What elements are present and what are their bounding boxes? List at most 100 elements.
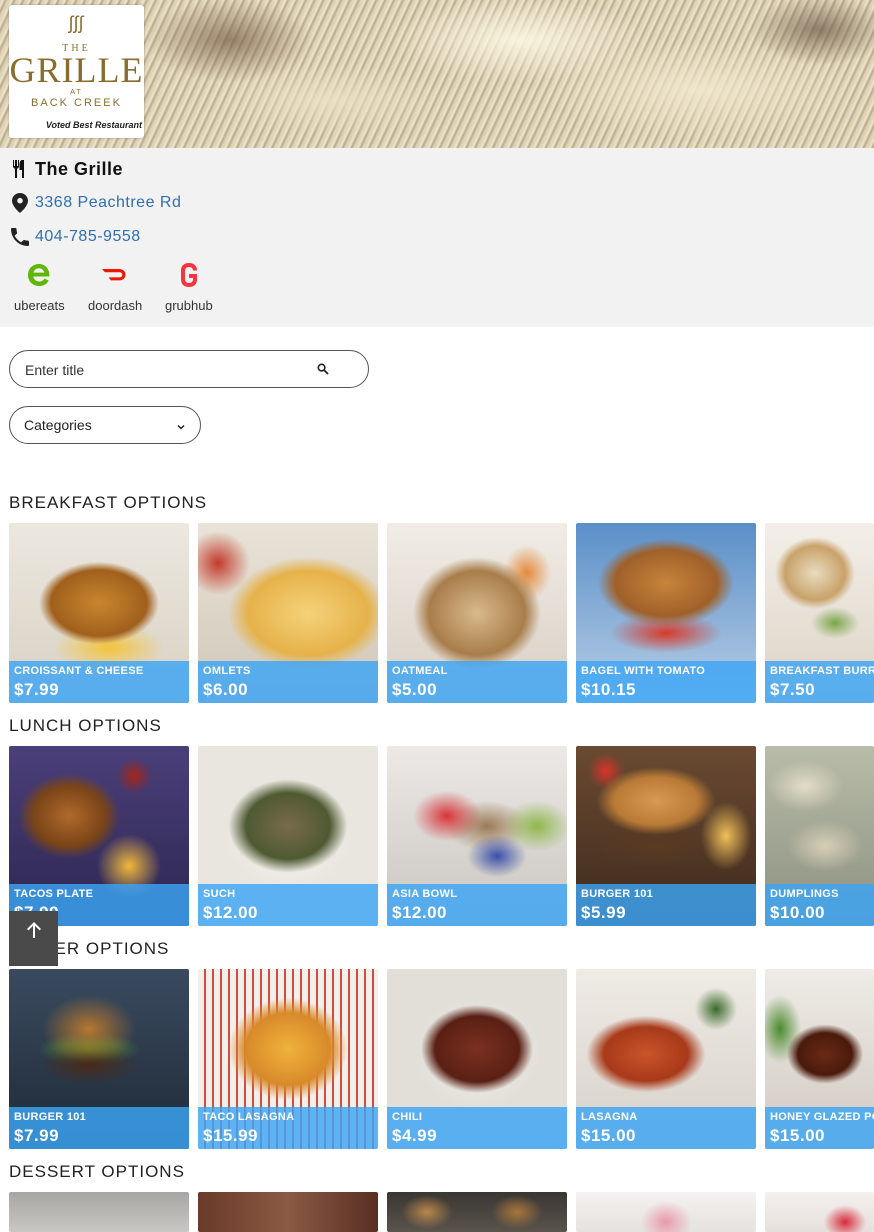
menu-item-caption: OMLETS $6.00 bbox=[198, 661, 378, 703]
hero-banner: ʃʃʃ THE GRILLE AT BACK CREEK Voted Best … bbox=[0, 0, 874, 148]
search-icon[interactable] bbox=[317, 362, 329, 380]
menu-item-price: $12.00 bbox=[392, 903, 447, 922]
section-title-dessert: DESSERT OPTIONS bbox=[9, 1162, 185, 1181]
search-box bbox=[9, 350, 369, 388]
utensils-icon bbox=[9, 158, 31, 180]
menu-item-price: $10.15 bbox=[581, 680, 636, 699]
menu-item-card[interactable]: LASAGNA $15.00 bbox=[576, 969, 756, 1149]
menu-item-card[interactable] bbox=[765, 1192, 874, 1232]
menu-item-caption: SUCH $12.00 bbox=[198, 884, 378, 926]
grubhub-link[interactable]: grubhub bbox=[165, 261, 213, 313]
logo-location: BACK CREEK bbox=[31, 97, 122, 109]
menu-item-name: BAGEL WITH TOMATO bbox=[581, 665, 706, 677]
menu-item-price: $7.50 bbox=[770, 680, 816, 699]
menu-item-card[interactable]: BREAKFAST BURRI $7.50 bbox=[765, 523, 874, 703]
menu-item-card[interactable]: CROISSANT & CHEESE $7.99 bbox=[9, 523, 189, 703]
ubereats-icon bbox=[25, 261, 53, 294]
ubereats-link[interactable]: ubereats bbox=[14, 261, 65, 313]
menu-item-name: DUMPLINGS bbox=[770, 888, 839, 900]
menu-item-caption: HONEY GLAZED PO $15.00 bbox=[765, 1107, 874, 1149]
menu-item-caption: CROISSANT & CHEESE $7.99 bbox=[9, 661, 189, 703]
menu-item-card[interactable]: ASIA BOWL $12.00 bbox=[387, 746, 567, 926]
phone-link[interactable]: 404-785-9558 bbox=[35, 228, 141, 246]
menu-item-caption: ASIA BOWL $12.00 bbox=[387, 884, 567, 926]
menu-item-card[interactable]: BAGEL WITH TOMATO $10.15 bbox=[576, 523, 756, 703]
menu-item-name: OATMEAL bbox=[392, 665, 448, 677]
restaurant-name-row: The Grille bbox=[9, 158, 123, 180]
menu-item-price: $5.99 bbox=[581, 903, 627, 922]
menu-item-name: TACOS PLATE bbox=[14, 888, 94, 900]
menu-item-caption: BURGER 101 $5.99 bbox=[576, 884, 756, 926]
flame-icon: ʃʃʃ bbox=[69, 13, 84, 33]
menu-item-card[interactable]: OMLETS $6.00 bbox=[198, 523, 378, 703]
menu-item-price: $7.99 bbox=[14, 680, 60, 699]
categories-select[interactable]: Categories bbox=[9, 406, 201, 444]
menu-item-caption: BURGER 101 $7.99 bbox=[9, 1107, 189, 1149]
menu-item-card[interactable]: SUCH $12.00 bbox=[198, 746, 378, 926]
restaurant-name: The Grille bbox=[35, 158, 124, 179]
menu-item-caption: BAGEL WITH TOMATO $10.15 bbox=[576, 661, 756, 703]
grubhub-icon bbox=[176, 261, 202, 294]
menu-item-name: HONEY GLAZED PO bbox=[770, 1111, 874, 1123]
menu-item-name: CROISSANT & CHEESE bbox=[14, 665, 144, 677]
section-title-lunch: LUNCH OPTIONS bbox=[9, 716, 162, 735]
menu-item-card[interactable]: BURGER 101 $7.99 bbox=[9, 969, 189, 1149]
menu-item-price: $12.00 bbox=[203, 903, 258, 922]
doordash-icon bbox=[100, 261, 130, 294]
menu-item-name: SUCH bbox=[203, 888, 236, 900]
menu-item-card[interactable]: TACO LASAGNA $15.99 bbox=[198, 969, 378, 1149]
doordash-link[interactable]: doordash bbox=[88, 261, 142, 313]
menu-item-price: $15.99 bbox=[203, 1126, 258, 1145]
menu-item-price: $15.00 bbox=[770, 1126, 825, 1145]
menu-item-price: $4.99 bbox=[392, 1126, 438, 1145]
menu-item-card[interactable] bbox=[576, 1192, 756, 1232]
logo-at: AT bbox=[70, 89, 83, 96]
section-title-breakfast: BREAKFAST OPTIONS bbox=[9, 493, 208, 512]
menu-item-card[interactable]: DUMPLINGS $10.00 bbox=[765, 746, 874, 926]
menu-item-card[interactable]: TACOS PLATE $7.99 bbox=[9, 746, 189, 926]
menu-item-caption: BREAKFAST BURRI $7.50 bbox=[765, 661, 874, 703]
categories-select-value: Categories bbox=[24, 417, 92, 433]
address-link[interactable]: 3368 Peachtree Rd bbox=[35, 194, 181, 212]
menu-item-name: BURGER 101 bbox=[14, 1111, 87, 1123]
menu-item-caption: DUMPLINGS $10.00 bbox=[765, 884, 874, 926]
menu-item-caption: OATMEAL $5.00 bbox=[387, 661, 567, 703]
menu-item-price: $6.00 bbox=[203, 680, 249, 699]
menu-item-name: LASAGNA bbox=[581, 1111, 638, 1123]
menu-item-name: CHILI bbox=[392, 1111, 423, 1123]
menu-item-card[interactable]: OATMEAL $5.00 bbox=[387, 523, 567, 703]
menu-item-price: $7.99 bbox=[14, 1126, 60, 1145]
menu-item-card[interactable]: CHILI $4.99 bbox=[387, 969, 567, 1149]
menu-item-card[interactable] bbox=[9, 1192, 189, 1232]
menu-item-name: TACO LASAGNA bbox=[203, 1111, 295, 1123]
arrow-up-icon bbox=[26, 921, 42, 944]
phone-row: 404-785-9558 bbox=[9, 226, 141, 248]
menu-item-name: ASIA BOWL bbox=[392, 888, 458, 900]
menu-item-card[interactable]: HONEY GLAZED PO $15.00 bbox=[765, 969, 874, 1149]
logo-tagline: Voted Best Restaurant bbox=[45, 120, 142, 130]
doordash-label: doordash bbox=[88, 298, 143, 313]
menu-item-caption: CHILI $4.99 bbox=[387, 1107, 567, 1149]
menu-item-card[interactable] bbox=[198, 1192, 378, 1232]
phone-icon bbox=[9, 226, 31, 248]
menu-item-price: $5.00 bbox=[392, 680, 438, 699]
grubhub-label: grubhub bbox=[165, 298, 213, 313]
menu-item-caption: LASAGNA $15.00 bbox=[576, 1107, 756, 1149]
restaurant-logo: ʃʃʃ THE GRILLE AT BACK CREEK Voted Best … bbox=[9, 5, 144, 138]
address-row: 3368 Peachtree Rd bbox=[9, 192, 181, 214]
back-to-top-button[interactable] bbox=[9, 911, 58, 966]
menu-item-caption: TACO LASAGNA $15.99 bbox=[198, 1107, 378, 1149]
chevron-down-icon bbox=[176, 419, 186, 437]
restaurant-info: The Grille 3368 Peachtree Rd 404-785-955… bbox=[0, 148, 874, 327]
menu-item-card[interactable]: BURGER 101 $5.99 bbox=[576, 746, 756, 926]
menu-item-name: OMLETS bbox=[203, 665, 251, 677]
logo-name: GRILLE bbox=[9, 50, 144, 90]
menu-item-card[interactable] bbox=[387, 1192, 567, 1232]
menu-item-name: BREAKFAST BURRI bbox=[770, 665, 874, 677]
location-pin-icon bbox=[9, 192, 31, 214]
menu-item-name: BURGER 101 bbox=[581, 888, 654, 900]
ubereats-label: ubereats bbox=[14, 298, 65, 313]
search-input[interactable] bbox=[23, 359, 307, 381]
menu-item-price: $15.00 bbox=[581, 1126, 636, 1145]
menu-item-price: $10.00 bbox=[770, 903, 825, 922]
